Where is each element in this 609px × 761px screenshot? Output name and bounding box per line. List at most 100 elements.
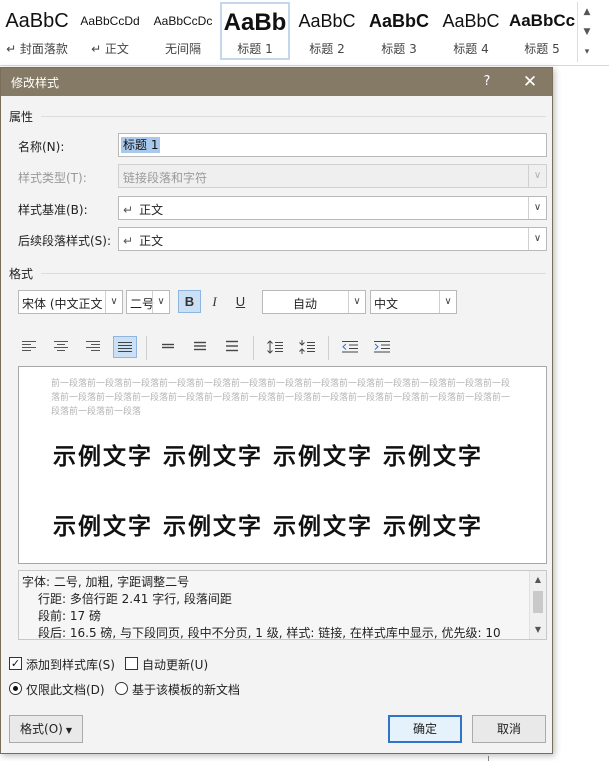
gallery-scroll-down-icon[interactable]: ▼	[578, 22, 596, 42]
format-menu-button[interactable]: 格式(O) ▼	[9, 715, 83, 743]
style-sample: AaBbC	[442, 11, 500, 31]
cancel-button[interactable]: 取消	[472, 715, 546, 743]
based-on-value: 正文	[139, 203, 164, 217]
name-label: 名称(N):	[18, 140, 65, 154]
gallery-more-icon[interactable]: ▾	[578, 42, 596, 62]
justify-icon	[118, 342, 132, 352]
new-documents-radio[interactable]	[115, 682, 128, 695]
style-tile-normal[interactable]: AaBbCcDd ↵ 正文	[74, 2, 146, 60]
auto-update-label[interactable]: 自动更新(U)	[142, 656, 208, 673]
style-label: ↵ 正文	[91, 42, 129, 56]
based-on-select[interactable]: ↵ 正文 ∨	[118, 196, 547, 220]
style-type-select: 链接段落和字符 ∨	[118, 164, 547, 188]
increase-line-spacing-icon	[267, 340, 283, 354]
double-spacing-icon	[226, 340, 238, 352]
style-tile-heading-1[interactable]: AaBb 标题 1	[220, 2, 290, 60]
style-label: 标题 1	[237, 42, 273, 56]
properties-divider	[41, 116, 546, 117]
single-spacing-button[interactable]	[156, 336, 180, 358]
scroll-up-icon[interactable]: ▲	[530, 573, 546, 587]
next-style-select[interactable]: ↵ 正文 ∨	[118, 227, 547, 251]
new-documents-label[interactable]: 基于该模板的新文档	[132, 681, 240, 698]
bold-button[interactable]: B	[178, 290, 201, 313]
toolbar-separator	[328, 336, 329, 360]
description-line: 段后: 16.5 磅, 与下段同页, 段中不分页, 1 级, 样式: 链接, 在…	[38, 626, 501, 640]
format-divider	[41, 273, 546, 274]
style-tile-heading-3[interactable]: AaBbC 标题 3	[364, 2, 434, 60]
scroll-thumb[interactable]	[533, 591, 543, 613]
chevron-down-icon[interactable]: ∨	[105, 291, 122, 313]
font-size-select[interactable]: 二号 ∨	[126, 290, 170, 314]
decrease-spacing-button[interactable]	[295, 336, 319, 358]
chevron-down-icon[interactable]: ∨	[528, 228, 546, 250]
font-color-select[interactable]: 自动 ∨	[262, 290, 366, 314]
chevron-down-icon[interactable]: ∨	[348, 291, 365, 313]
chevron-down-icon: ∨	[528, 165, 546, 187]
align-left-button[interactable]	[17, 336, 41, 358]
ruler-tick	[488, 756, 489, 761]
description-line: 行距: 多倍行距 2.41 字行, 段落间距	[38, 592, 232, 606]
modify-style-dialog: 修改样式 ? ✕ 属性 名称(N): 标题 1 样式类型(T): 链接段落和字符…	[0, 67, 553, 754]
add-to-gallery-label[interactable]: 添加到样式库(S)	[26, 656, 115, 673]
language-select[interactable]: 中文 ∨	[370, 290, 457, 314]
style-sample: AaBbC	[298, 11, 356, 31]
increase-indent-button[interactable]	[370, 336, 394, 358]
align-center-button[interactable]	[49, 336, 73, 358]
only-this-document-radio[interactable]	[9, 682, 22, 695]
style-sample: AaBbCcDc	[153, 14, 213, 28]
style-preview: 前一段落前一段落前一段落前一段落前一段落前一段落前一段落前一段落前一段落前一段落…	[18, 366, 547, 564]
style-sample: AaBbC	[368, 11, 429, 31]
justify-button[interactable]	[113, 336, 137, 358]
name-input[interactable]: 标题 1	[118, 133, 547, 157]
based-on-value-wrap: ↵ 正文	[123, 201, 163, 218]
style-sample: AaBbC	[5, 10, 69, 32]
auto-update-checkbox[interactable]	[125, 657, 138, 670]
dialog-titlebar[interactable]: 修改样式 ? ✕	[1, 68, 552, 96]
gallery-scroll-up-icon[interactable]: ▲	[578, 2, 596, 22]
double-spacing-button[interactable]	[220, 336, 244, 358]
font-size-value: 二号	[130, 297, 155, 311]
style-label: 标题 5	[524, 42, 560, 56]
one-half-spacing-button[interactable]	[188, 336, 212, 358]
style-tile-heading-4[interactable]: AaBbC 标题 4	[436, 2, 506, 60]
style-label: ↵ 封面落款	[6, 42, 68, 56]
format-button-label: 格式(O)	[20, 722, 63, 736]
based-on-label: 样式基准(B):	[18, 203, 88, 217]
scroll-down-icon[interactable]: ▼	[530, 623, 546, 637]
style-label: 标题 4	[453, 42, 489, 56]
only-this-document-label[interactable]: 仅限此文档(D)	[26, 681, 105, 698]
preview-previous-paragraph: 前一段落前一段落前一段落前一段落前一段落前一段落前一段落前一段落前一段落前一段落…	[51, 379, 511, 417]
chevron-down-icon[interactable]: ∨	[439, 291, 456, 313]
next-style-label: 后续段落样式(S):	[18, 234, 112, 248]
style-tile-no-spacing[interactable]: AaBbCcDc 无间隔	[148, 2, 218, 60]
decrease-indent-button[interactable]	[338, 336, 362, 358]
close-icon[interactable]: ✕	[517, 71, 543, 93]
increase-spacing-button[interactable]	[263, 336, 287, 358]
italic-button[interactable]: I	[203, 290, 226, 313]
preview-sample-line: 示例文字 示例文字 示例文字 示例文字	[53, 513, 484, 540]
style-tile-heading-5[interactable]: AaBbCc 标题 5	[508, 2, 576, 60]
ok-button[interactable]: 确定	[388, 715, 462, 743]
description-line: 字体: 二号, 加粗, 字距调整二号	[22, 575, 190, 589]
next-style-value-wrap: ↵ 正文	[123, 232, 163, 249]
chevron-down-icon[interactable]: ∨	[528, 197, 546, 219]
font-value: 宋体 (中文正文	[22, 297, 103, 311]
description-scrollbar[interactable]: ▲ ▼	[529, 571, 546, 639]
align-right-button[interactable]	[81, 336, 105, 358]
style-type-label: 样式类型(T):	[18, 171, 87, 185]
gallery-scrollbar: ▲ ▼ ▾	[577, 2, 595, 62]
chevron-down-icon: ▼	[65, 726, 72, 735]
help-icon[interactable]: ?	[477, 72, 497, 92]
font-select[interactable]: 宋体 (中文正文 ∨	[18, 290, 123, 314]
align-left-icon	[22, 341, 36, 351]
font-color-value: 自动	[293, 297, 318, 311]
language-value: 中文	[374, 297, 399, 311]
chevron-down-icon[interactable]: ∨	[152, 291, 169, 313]
increase-indent-icon	[374, 341, 390, 353]
style-tile-heading-2[interactable]: AaBbC 标题 2	[292, 2, 362, 60]
next-style-value: 正文	[139, 234, 164, 248]
style-tile-cover-signoff[interactable]: AaBbC ↵ 封面落款	[2, 2, 72, 60]
style-gallery: AaBbC ↵ 封面落款 AaBbCcDd ↵ 正文 AaBbCcDc 无间隔 …	[0, 0, 609, 66]
underline-button[interactable]: U	[229, 290, 252, 313]
add-to-gallery-checkbox[interactable]: ✓	[9, 657, 22, 670]
